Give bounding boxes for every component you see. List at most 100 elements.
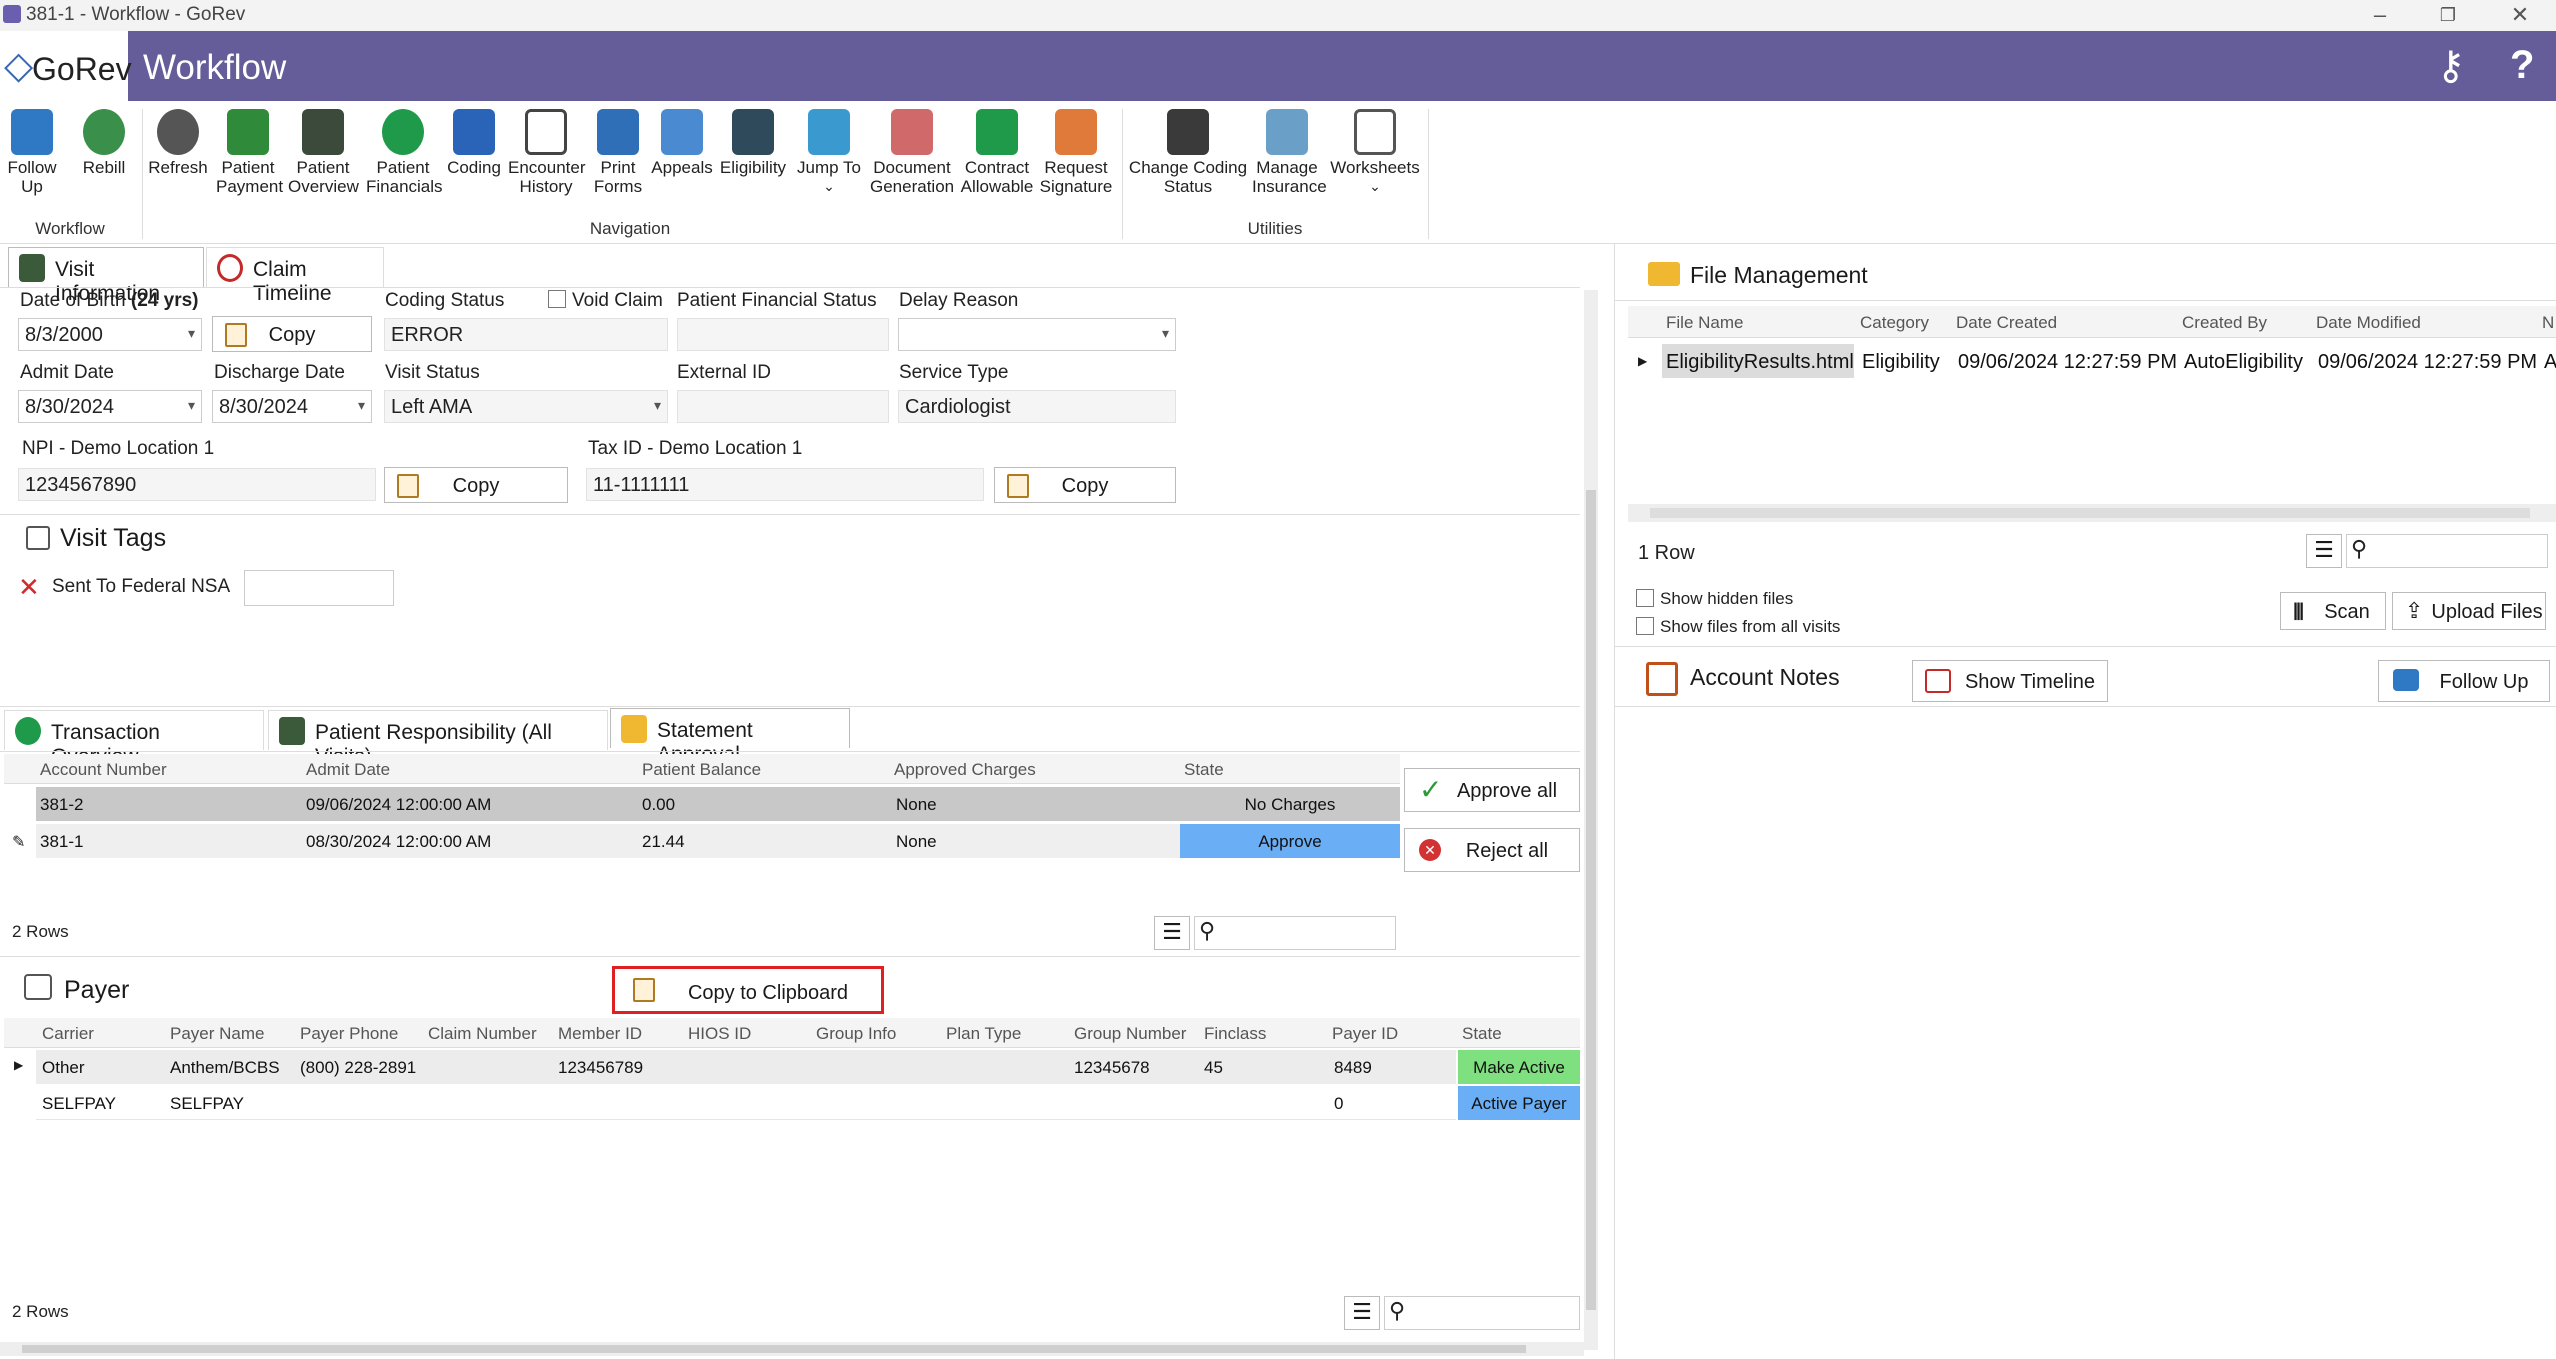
scan-label: Scan <box>2324 601 2370 623</box>
show-hidden-checkbox[interactable] <box>1636 589 1654 607</box>
close-icon[interactable]: ✕ <box>2500 2 2540 28</box>
discharge-date-field[interactable]: 8/30/2024 <box>212 390 372 423</box>
col-claim-number[interactable]: Claim Number <box>428 1024 537 1044</box>
remove-tag-icon[interactable]: ✕ <box>18 572 40 603</box>
payer-title: Payer <box>64 976 130 1004</box>
col-hios-id[interactable]: HIOS ID <box>688 1024 751 1044</box>
col-finclass[interactable]: Finclass <box>1204 1024 1266 1044</box>
rebill-button[interactable]: Rebill <box>74 109 134 177</box>
cell-member-id: 123456789 <box>558 1058 644 1077</box>
refresh-button[interactable]: Refresh <box>148 109 208 177</box>
make-active-button[interactable]: Make Active <box>1458 1050 1580 1084</box>
tag-input[interactable] <box>244 570 394 606</box>
manage-insurance-button[interactable]: Manage Insurance <box>1252 109 1327 196</box>
copy-dob-button[interactable]: Copy <box>212 316 372 352</box>
col-account-number[interactable]: Account Number <box>40 760 167 780</box>
vertical-scrollbar[interactable] <box>1584 290 1598 1350</box>
document-generation-button[interactable]: Document Generation <box>870 109 954 196</box>
col-plan-type[interactable]: Plan Type <box>946 1024 1021 1044</box>
contract-allowable-button[interactable]: Contract Allowable <box>960 109 1034 196</box>
upload-files-button[interactable]: ⇪ Upload Files <box>2392 592 2546 630</box>
print-forms-button[interactable]: Print Forms <box>590 109 646 196</box>
state-badge[interactable]: No Charges <box>1180 795 1400 815</box>
col-admit-date[interactable]: Admit Date <box>306 760 390 780</box>
col-group-info[interactable]: Group Info <box>816 1024 896 1044</box>
keys-icon[interactable]: ⚷ <box>2436 43 2465 89</box>
delay-reason-select[interactable] <box>898 318 1176 351</box>
table-row[interactable] <box>36 1086 1456 1120</box>
show-all-visits-checkbox[interactable] <box>1636 617 1654 635</box>
col-approved-charges[interactable]: Approved Charges <box>894 760 1036 780</box>
patient-overview-button[interactable]: Patient Overview <box>288 109 359 196</box>
appeals-button[interactable]: Appeals <box>650 109 714 177</box>
approve-all-button[interactable]: ✓ Approve all <box>1404 768 1580 812</box>
active-payer-badge[interactable]: Active Payer <box>1458 1086 1580 1120</box>
col-payer-name[interactable]: Payer Name <box>170 1024 264 1044</box>
row-expand-icon[interactable]: ▶ <box>14 1058 23 1072</box>
chevron-down-icon: ⌄ <box>1369 178 1381 194</box>
col-group-number[interactable]: Group Number <box>1074 1024 1186 1044</box>
minimize-icon[interactable]: – <box>2360 2 2400 28</box>
insurance-icon <box>1266 109 1308 155</box>
patient-financials-button[interactable]: Patient Financials <box>366 109 443 196</box>
col-member-id[interactable]: Member ID <box>558 1024 642 1044</box>
tab-visit-information[interactable]: Visit Information <box>8 247 204 305</box>
copy-tax-id-button[interactable]: Copy <box>994 467 1176 503</box>
eligibility-button[interactable]: Eligibility <box>718 109 788 177</box>
copy-npi-button[interactable]: Copy <box>384 467 568 503</box>
col-state[interactable]: State <box>1462 1024 1502 1044</box>
approve-state-button[interactable]: Approve <box>1180 824 1400 858</box>
scan-button[interactable]: ||| Scan <box>2280 592 2386 630</box>
col-category[interactable]: Category <box>1860 313 1929 333</box>
cell-balance: 0.00 <box>642 795 676 814</box>
files-search-input[interactable]: ⚲ <box>2346 534 2548 568</box>
request-signature-button[interactable]: Request Signature <box>1038 109 1114 196</box>
horizontal-scrollbar[interactable] <box>0 1342 1584 1356</box>
col-payer-phone[interactable]: Payer Phone <box>300 1024 398 1044</box>
tab-claim-timeline[interactable]: Claim Timeline <box>206 247 384 305</box>
menu-icon[interactable]: ☰ <box>1154 916 1190 950</box>
copy-to-clipboard-button[interactable]: Copy to Clipboard <box>612 966 884 1014</box>
col-date-modified[interactable]: Date Modified <box>2316 313 2421 333</box>
coding-button[interactable]: Coding <box>444 109 504 177</box>
help-icon[interactable]: ? <box>2510 43 2534 88</box>
encounter-history-button[interactable]: Encounter History <box>508 109 586 196</box>
col-file-name[interactable]: File Name <box>1666 313 1743 333</box>
row-expand-icon[interactable]: ▶ <box>1638 354 1647 368</box>
restore-icon[interactable]: ❐ <box>2428 5 2468 26</box>
col-carrier[interactable]: Carrier <box>42 1024 94 1044</box>
statement-search-input[interactable]: ⚲ <box>1194 916 1396 950</box>
tab-transaction-overview[interactable]: Transaction Overview <box>4 710 264 768</box>
jump-to-button[interactable]: Jump To ⌄ <box>794 109 864 196</box>
col-payer-id[interactable]: Payer ID <box>1332 1024 1398 1044</box>
col-more[interactable]: N <box>2542 313 2554 333</box>
visit-info-icon <box>19 254 45 282</box>
tab-patient-responsibility[interactable]: Patient Responsibility (All Visits) <box>268 710 608 768</box>
worksheets-button[interactable]: Worksheets ⌄ <box>1330 109 1420 196</box>
menu-icon[interactable]: ☰ <box>2306 534 2342 568</box>
col-date-created[interactable]: Date Created <box>1956 313 2057 333</box>
col-state[interactable]: State <box>1184 760 1224 780</box>
cell-payer-phone: (800) 228-2891 <box>300 1058 417 1077</box>
follow-up-button[interactable]: Follow Up <box>4 109 60 196</box>
show-timeline-button[interactable]: Show Timeline <box>1912 660 2108 702</box>
follow-up-notes-button[interactable]: Follow Up <box>2378 660 2550 702</box>
files-horizontal-scrollbar[interactable] <box>1628 504 2556 522</box>
patient-payment-button[interactable]: Patient Payment <box>216 109 283 196</box>
payer-search-input[interactable]: ⚲ <box>1384 1296 1580 1330</box>
visit-status-select[interactable]: Left AMA <box>384 390 668 423</box>
col-created-by[interactable]: Created By <box>2182 313 2267 333</box>
patient-financial-status-field <box>677 318 889 351</box>
admit-date-field[interactable]: 8/30/2024 <box>18 390 202 423</box>
menu-icon[interactable]: ☰ <box>1344 1296 1380 1330</box>
tab-statement-approval[interactable]: Statement Approval <box>610 708 850 766</box>
col-patient-balance[interactable]: Patient Balance <box>642 760 761 780</box>
cell-carrier: SELFPAY <box>42 1094 117 1113</box>
manage-insurance-label: Manage Insurance <box>1252 158 1327 196</box>
contract-allowable-label: Contract Allowable <box>960 158 1034 196</box>
dob-field[interactable]: 8/3/2000 <box>18 318 202 351</box>
cell-file-name[interactable]: EligibilityResults.html <box>1666 351 1854 374</box>
reject-all-button[interactable]: ✕ Reject all <box>1404 828 1580 872</box>
change-coding-status-button[interactable]: Change Coding Status <box>1128 109 1248 196</box>
void-claim-checkbox[interactable] <box>548 290 566 308</box>
